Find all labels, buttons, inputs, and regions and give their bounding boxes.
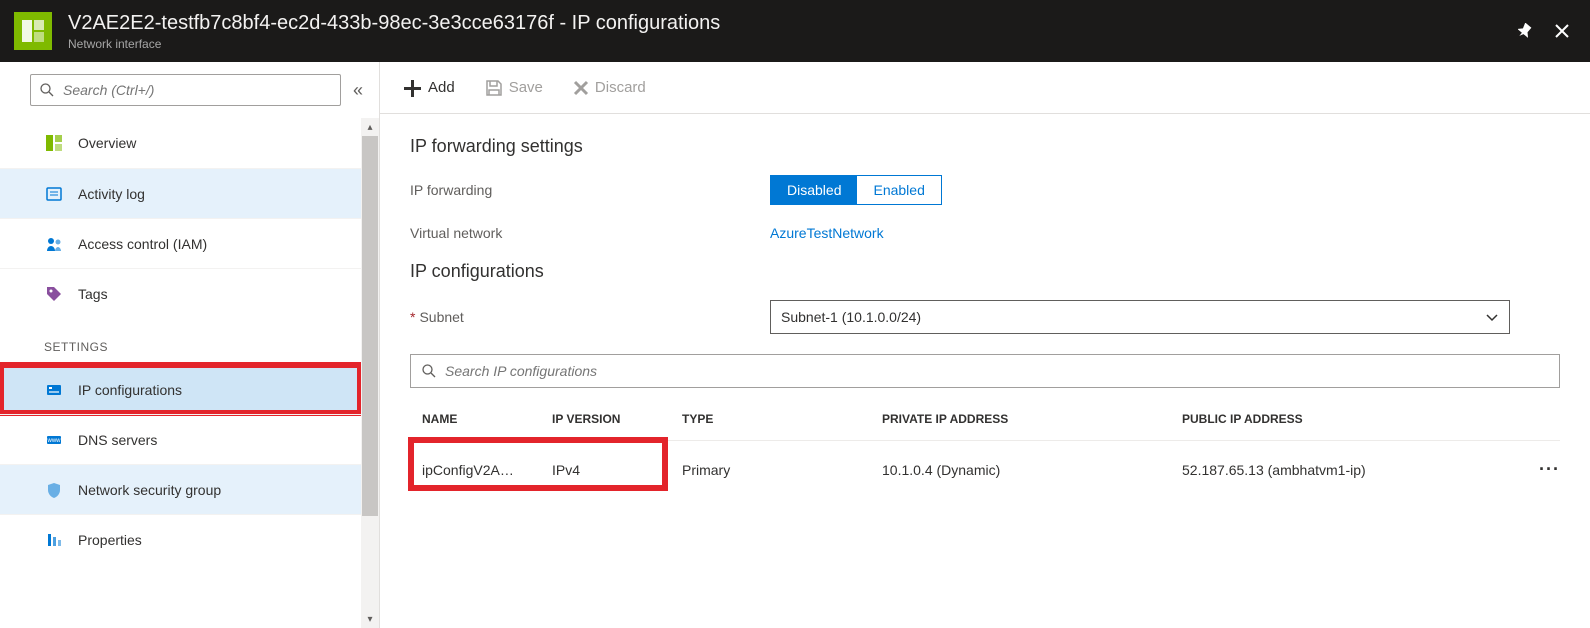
row-more-icon[interactable]: ··· [1520,459,1560,480]
search-icon [421,363,437,379]
sidebar-item-properties[interactable]: Properties [0,514,361,564]
col-type[interactable]: TYPE [682,412,882,426]
add-label: Add [428,79,455,96]
ipconfig-search[interactable] [410,354,1560,388]
table-row[interactable]: ipConfigV2A…IPv4Primary10.1.0.4 (Dynamic… [410,441,1560,498]
sidebar-search[interactable] [30,74,341,106]
subnet-select[interactable]: Subnet-1 (10.1.0.0/24) [770,300,1510,334]
discard-button: Discard [573,79,646,96]
ipfw-disabled[interactable]: Disabled [771,176,857,204]
section-ipconf-title: IP configurations [410,261,1560,282]
scroll-down-icon[interactable]: ▾ [361,610,379,628]
sidebar-item-network-security-group[interactable]: Network security group [0,464,361,514]
add-button[interactable]: Add [402,78,455,98]
cell-private: 10.1.0.4 (Dynamic) [882,462,1182,478]
sidebar-item-access-control-iam-[interactable]: Access control (IAM) [0,218,361,268]
main-content: Add Save Discard IP forwarding settings … [380,62,1590,628]
sidebar-item-activity-log[interactable]: Activity log [0,168,361,218]
iam-icon [44,234,64,254]
scroll-up-icon[interactable]: ▴ [361,118,379,136]
overview-icon [44,133,64,153]
blade-header: V2AE2E2-testfb7c8bf4-ec2d-433b-98ec-3e3c… [0,0,1590,62]
sidebar: « Overview Activity log Access control (IA… [0,62,380,628]
sidebar-item-label: Network security group [78,482,221,498]
ipfw-toggle[interactable]: Disabled Enabled [770,175,942,205]
discard-label: Discard [595,79,646,96]
collapse-sidebar-icon[interactable]: « [353,80,363,101]
page-title: V2AE2E2-testfb7c8bf4-ec2d-433b-98ec-3e3c… [68,12,720,35]
ipconfig-icon [44,380,64,400]
sidebar-scrollbar[interactable]: ▴ ▾ [361,118,379,628]
chevron-down-icon [1485,310,1499,324]
col-version[interactable]: IP VERSION [552,412,682,426]
col-name[interactable]: NAME [422,412,552,426]
sidebar-item-label: DNS servers [78,432,157,448]
subnet-label: *Subnet [410,309,770,325]
svg-text:www: www [47,438,62,444]
sidebar-item-label: Tags [78,286,108,302]
table-header: NAME IP VERSION TYPE PRIVATE IP ADDRESS … [410,402,1560,441]
vnet-label: Virtual network [410,225,770,241]
nsg-icon [44,480,64,500]
vnet-link[interactable]: AzureTestNetwork [770,225,884,241]
save-button: Save [485,79,543,97]
subnet-value: Subnet-1 (10.1.0.0/24) [781,309,921,325]
sidebar-item-label: Activity log [78,186,145,202]
toolbar: Add Save Discard [380,62,1590,114]
page-subtitle: Network interface [68,37,720,51]
sidebar-item-label: Properties [78,532,142,548]
ipconfig-table: NAME IP VERSION TYPE PRIVATE IP ADDRESS … [410,402,1560,498]
sidebar-search-input[interactable] [61,81,332,99]
cell-version: IPv4 [552,462,682,478]
ipconfig-search-input[interactable] [443,362,1549,380]
col-public[interactable]: PUBLIC IP ADDRESS [1182,412,1520,426]
ipfw-label: IP forwarding [410,182,770,198]
cell-public: 52.187.65.13 (ambhatvm1-ip) [1182,462,1520,478]
sidebar-section-settings: SETTINGS [0,318,361,364]
sidebar-item-dns-servers[interactable]: www DNS servers [0,414,361,464]
resource-icon [14,12,52,50]
props-icon [44,530,64,550]
activitylog-icon [44,184,64,204]
col-private[interactable]: PRIVATE IP ADDRESS [882,412,1182,426]
scroll-thumb[interactable] [362,136,378,516]
pin-icon[interactable] [1512,17,1540,45]
tag-icon [44,284,64,304]
sidebar-item-overview[interactable]: Overview [0,118,361,168]
sidebar-item-label: Overview [78,135,136,151]
cell-type: Primary [682,462,882,478]
sidebar-item-tags[interactable]: Tags [0,268,361,318]
cell-name: ipConfigV2A… [422,462,552,478]
close-icon[interactable] [1548,17,1576,45]
ipfw-enabled[interactable]: Enabled [857,176,940,204]
sidebar-item-label: IP configurations [78,382,182,398]
sidebar-item-label: Access control (IAM) [78,236,207,252]
dns-icon: www [44,430,64,450]
section-ipfw-title: IP forwarding settings [410,136,1560,157]
save-label: Save [509,79,543,96]
sidebar-item-ip-configurations[interactable]: IP configurations [0,364,361,414]
